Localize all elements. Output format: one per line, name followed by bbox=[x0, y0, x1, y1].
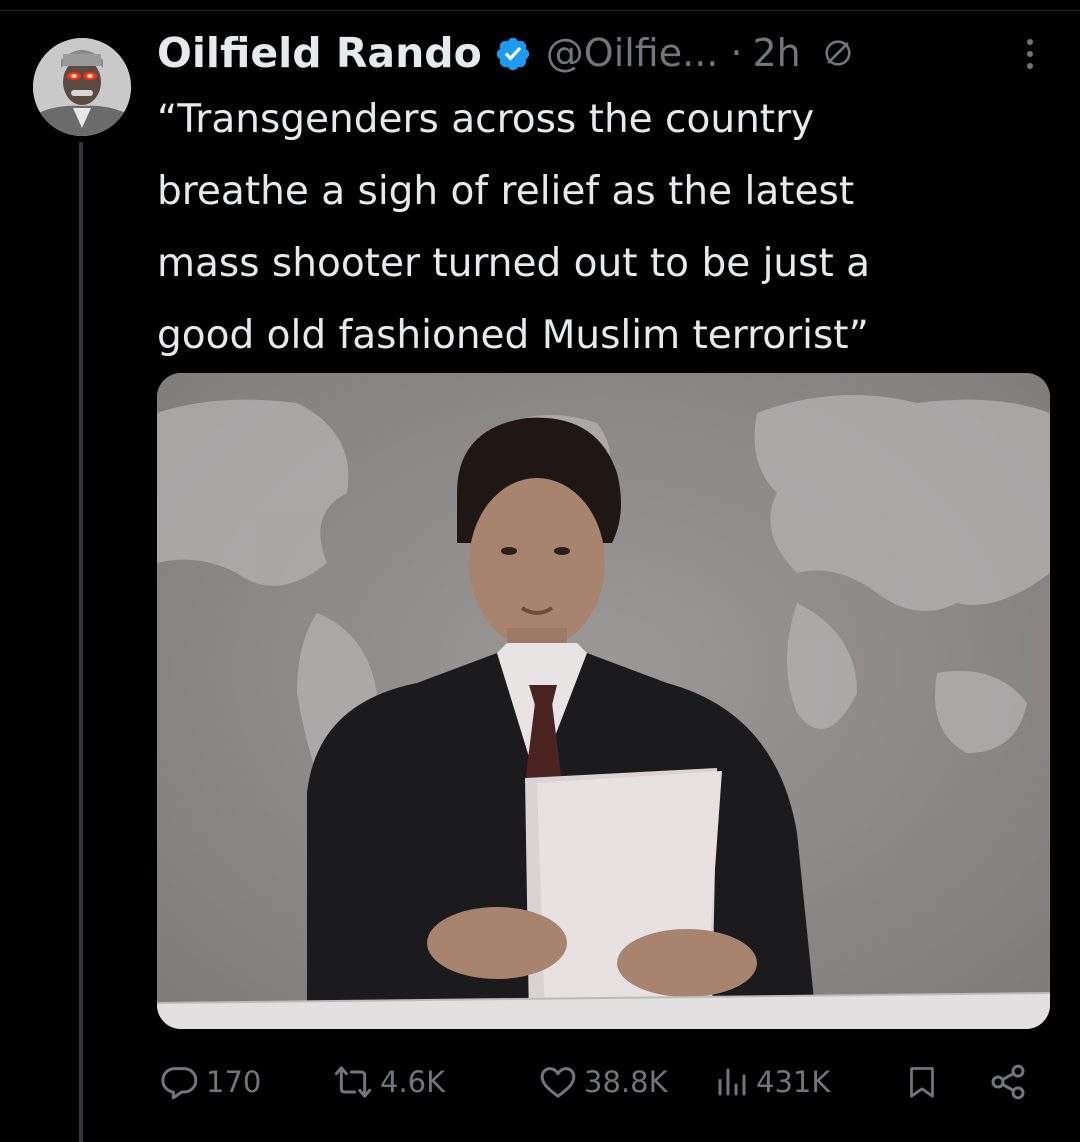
bookmark-button[interactable] bbox=[904, 1057, 940, 1107]
thread-line bbox=[79, 142, 83, 1142]
tweet-text-line: mass shooter turned out to be just a bbox=[157, 241, 871, 286]
avatar[interactable] bbox=[33, 38, 131, 136]
action-bar: 170 4.6K 38.8K 431K bbox=[160, 1057, 1040, 1107]
divider bbox=[0, 10, 1080, 11]
no-entry-icon bbox=[825, 40, 851, 66]
tweet-text-line: “Transgenders across the country bbox=[157, 97, 815, 142]
reply-count: 170 bbox=[206, 1065, 262, 1099]
tweet-media[interactable] bbox=[157, 373, 1050, 1029]
repost-count: 4.6K bbox=[380, 1065, 446, 1099]
tweet[interactable]: Oilfield Rando @Oilfie... · 2h “Transgen… bbox=[0, 0, 1080, 1142]
media-image bbox=[157, 373, 1050, 1029]
separator: · bbox=[730, 31, 743, 75]
tweet-header: Oilfield Rando @Oilfie... · 2h bbox=[157, 22, 855, 84]
verified-badge-icon bbox=[496, 37, 530, 71]
tweet-text-line: breathe a sigh of relief as the latest bbox=[157, 169, 855, 214]
avatar-image bbox=[33, 38, 131, 136]
more-options-icon[interactable] bbox=[1015, 34, 1045, 74]
handle[interactable]: @Oilfie... bbox=[546, 31, 719, 75]
tweet-text-line: good old fashioned Muslim terrorist” bbox=[157, 313, 869, 358]
reply-icon bbox=[161, 1067, 198, 1100]
repost-button[interactable]: 4.6K bbox=[332, 1057, 445, 1107]
display-name[interactable]: Oilfield Rando bbox=[157, 29, 482, 77]
like-icon bbox=[540, 1067, 576, 1098]
views-count: 431K bbox=[756, 1065, 831, 1099]
bookmark-icon bbox=[910, 1067, 934, 1098]
timestamp[interactable]: 2h bbox=[752, 31, 800, 75]
share-icon bbox=[991, 1064, 1025, 1100]
tweet-text: “Transgenders across the country breathe… bbox=[157, 84, 1057, 372]
like-count: 38.8K bbox=[584, 1065, 668, 1099]
repost-icon bbox=[334, 1066, 372, 1098]
share-button[interactable] bbox=[988, 1057, 1028, 1107]
views-icon bbox=[718, 1068, 746, 1096]
views-button[interactable]: 431K bbox=[714, 1057, 830, 1107]
like-button[interactable]: 38.8K bbox=[538, 1057, 668, 1107]
reply-button[interactable]: 170 bbox=[160, 1057, 261, 1107]
